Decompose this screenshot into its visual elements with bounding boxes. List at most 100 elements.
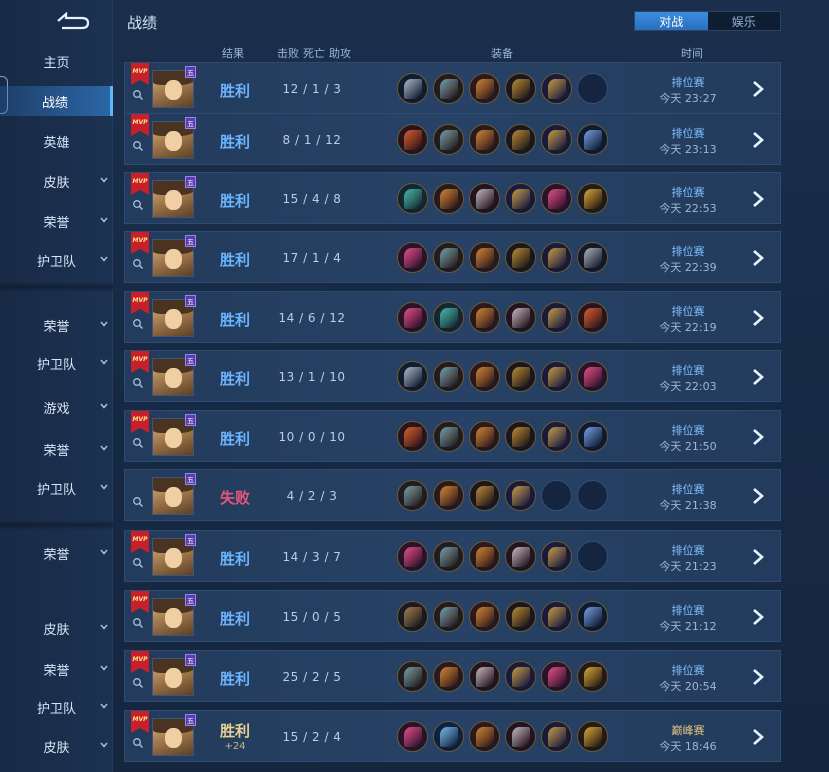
boots-item-icon[interactable] [433,601,464,632]
pink-blade-item-icon[interactable] [397,242,428,273]
star-item-icon[interactable] [541,601,572,632]
star-item-icon[interactable] [541,721,572,752]
match-row[interactable]: 五失败 4 / 2 / 3 排位赛 今天 21:38 [124,469,781,521]
chevron-right-icon[interactable] [750,249,766,267]
boots-item-icon[interactable] [433,242,464,273]
magnifier-icon[interactable] [132,437,144,449]
magnifier-icon[interactable] [132,557,144,569]
pink-blade-item-icon[interactable] [541,661,572,692]
boots-item-icon[interactable] [433,421,464,452]
sidebar-item[interactable]: 皮肤 [0,731,113,761]
match-row[interactable]: MVP 五胜利 10 / 0 / 10 排位赛 今天 21:50 [124,410,781,462]
axe-item-icon[interactable] [397,421,428,452]
empty-item-slot[interactable] [577,480,608,511]
chevron-right-icon[interactable] [750,190,766,208]
chevron-right-icon[interactable] [750,131,766,149]
magnifier-icon[interactable] [132,377,144,389]
star-item-icon[interactable] [505,183,536,214]
magnifier-icon[interactable] [132,89,144,101]
match-row[interactable]: MVP 五胜利 17 / 1 / 4 排位赛 今天 22:39 [124,231,781,283]
sidebar-item[interactable]: 荣誉 [0,206,113,236]
bow-item-icon[interactable] [505,421,536,452]
chevron-right-icon[interactable] [750,548,766,566]
tab-battle[interactable]: 对战 [635,12,708,30]
match-row[interactable]: MVP 五胜利 13 / 1 / 10 排位赛 今天 22:03 [124,350,781,402]
match-row[interactable]: MVP 五胜利 14 / 6 / 12 排位赛 今天 22:19 [124,291,781,343]
sidebar-item[interactable]: 荣誉 [0,434,113,464]
sidebar-item[interactable]: 荣誉 [0,310,113,340]
pink-blade-item-icon[interactable] [397,541,428,572]
sword-item-icon[interactable] [469,721,500,752]
spear-item-icon[interactable] [577,242,608,273]
magnifier-icon[interactable] [132,140,144,152]
back-arrow-icon[interactable] [52,10,94,32]
star-item-icon[interactable] [541,361,572,392]
sword-item-icon[interactable] [433,480,464,511]
magnifier-icon[interactable] [132,496,144,508]
sidebar-item[interactable]: 护卫队 [0,348,113,378]
chevron-right-icon[interactable] [750,368,766,386]
star-item-icon[interactable] [541,124,572,155]
ice-shield-item-icon[interactable] [433,721,464,752]
halberd-item-icon[interactable] [577,601,608,632]
axe-item-icon[interactable] [577,302,608,333]
claw-item-icon[interactable] [505,541,536,572]
gold-wing-item-icon[interactable] [577,661,608,692]
claw-item-icon[interactable] [505,721,536,752]
halberd-item-icon[interactable] [577,421,608,452]
empty-item-slot[interactable] [577,541,608,572]
magnifier-icon[interactable] [132,677,144,689]
magnifier-icon[interactable] [132,737,144,749]
pink-blade-item-icon[interactable] [541,183,572,214]
sword-item-icon[interactable] [469,421,500,452]
sidebar-item[interactable]: 护卫队 [0,692,113,722]
match-row[interactable]: MVP 五胜利 12 / 1 / 3 排位赛 今天 23:27 [124,62,781,114]
sidebar-item[interactable]: 战绩 [0,86,113,116]
claw-item-icon[interactable] [469,183,500,214]
magnifier-icon[interactable] [132,258,144,270]
star-item-icon[interactable] [541,541,572,572]
match-row[interactable]: MVP 五胜利 25 / 2 / 5 排位赛 今天 20:54 [124,650,781,702]
bow-item-icon[interactable] [469,480,500,511]
dagger-item-icon[interactable] [397,361,428,392]
sword-item-icon[interactable] [469,361,500,392]
bow-item-icon[interactable] [505,601,536,632]
sidebar-item[interactable]: 英雄 [0,126,113,156]
chevron-right-icon[interactable] [750,80,766,98]
sword-item-icon[interactable] [469,242,500,273]
chevron-right-icon[interactable] [750,608,766,626]
gold-wing-item-icon[interactable] [577,721,608,752]
magnifier-icon[interactable] [132,318,144,330]
sidebar-item[interactable]: 游戏 [0,392,113,422]
sidebar-item[interactable]: 皮肤 [0,613,113,643]
sword-item-icon[interactable] [433,183,464,214]
empty-item-slot[interactable] [541,480,572,511]
chevron-right-icon[interactable] [750,428,766,446]
star-item-icon[interactable] [541,421,572,452]
sidebar-item[interactable]: 护卫队 [0,245,113,275]
chevron-right-icon[interactable] [750,309,766,327]
star-item-icon[interactable] [505,661,536,692]
claw-item-icon[interactable] [469,661,500,692]
star-item-icon[interactable] [541,73,572,104]
boots-item-icon[interactable] [433,73,464,104]
bow-item-icon[interactable] [505,124,536,155]
sword-item-icon[interactable] [469,124,500,155]
sword-item-icon[interactable] [469,73,500,104]
dagger-item-icon[interactable] [397,73,428,104]
bow-item-icon[interactable] [505,242,536,273]
claw-item-icon[interactable] [505,302,536,333]
match-row[interactable]: MVP 五胜利 14 / 3 / 7 排位赛 今天 21:23 [124,530,781,582]
boots-item-icon[interactable] [433,361,464,392]
boots-item-icon[interactable] [433,124,464,155]
sidebar-item[interactable]: 护卫队 [0,473,113,503]
star-item-icon[interactable] [541,242,572,273]
axe-item-icon[interactable] [397,124,428,155]
match-row[interactable]: MVP 五胜利 +24 15 / 2 / 4 巅峰赛 今天 18:46 [124,710,781,762]
sidebar-item[interactable]: 主页 [0,46,113,76]
chevron-right-icon[interactable] [750,728,766,746]
empty-item-slot[interactable] [577,73,608,104]
star-item-icon[interactable] [541,302,572,333]
gauntlet-item-icon[interactable] [397,601,428,632]
pink-blade-item-icon[interactable] [397,302,428,333]
